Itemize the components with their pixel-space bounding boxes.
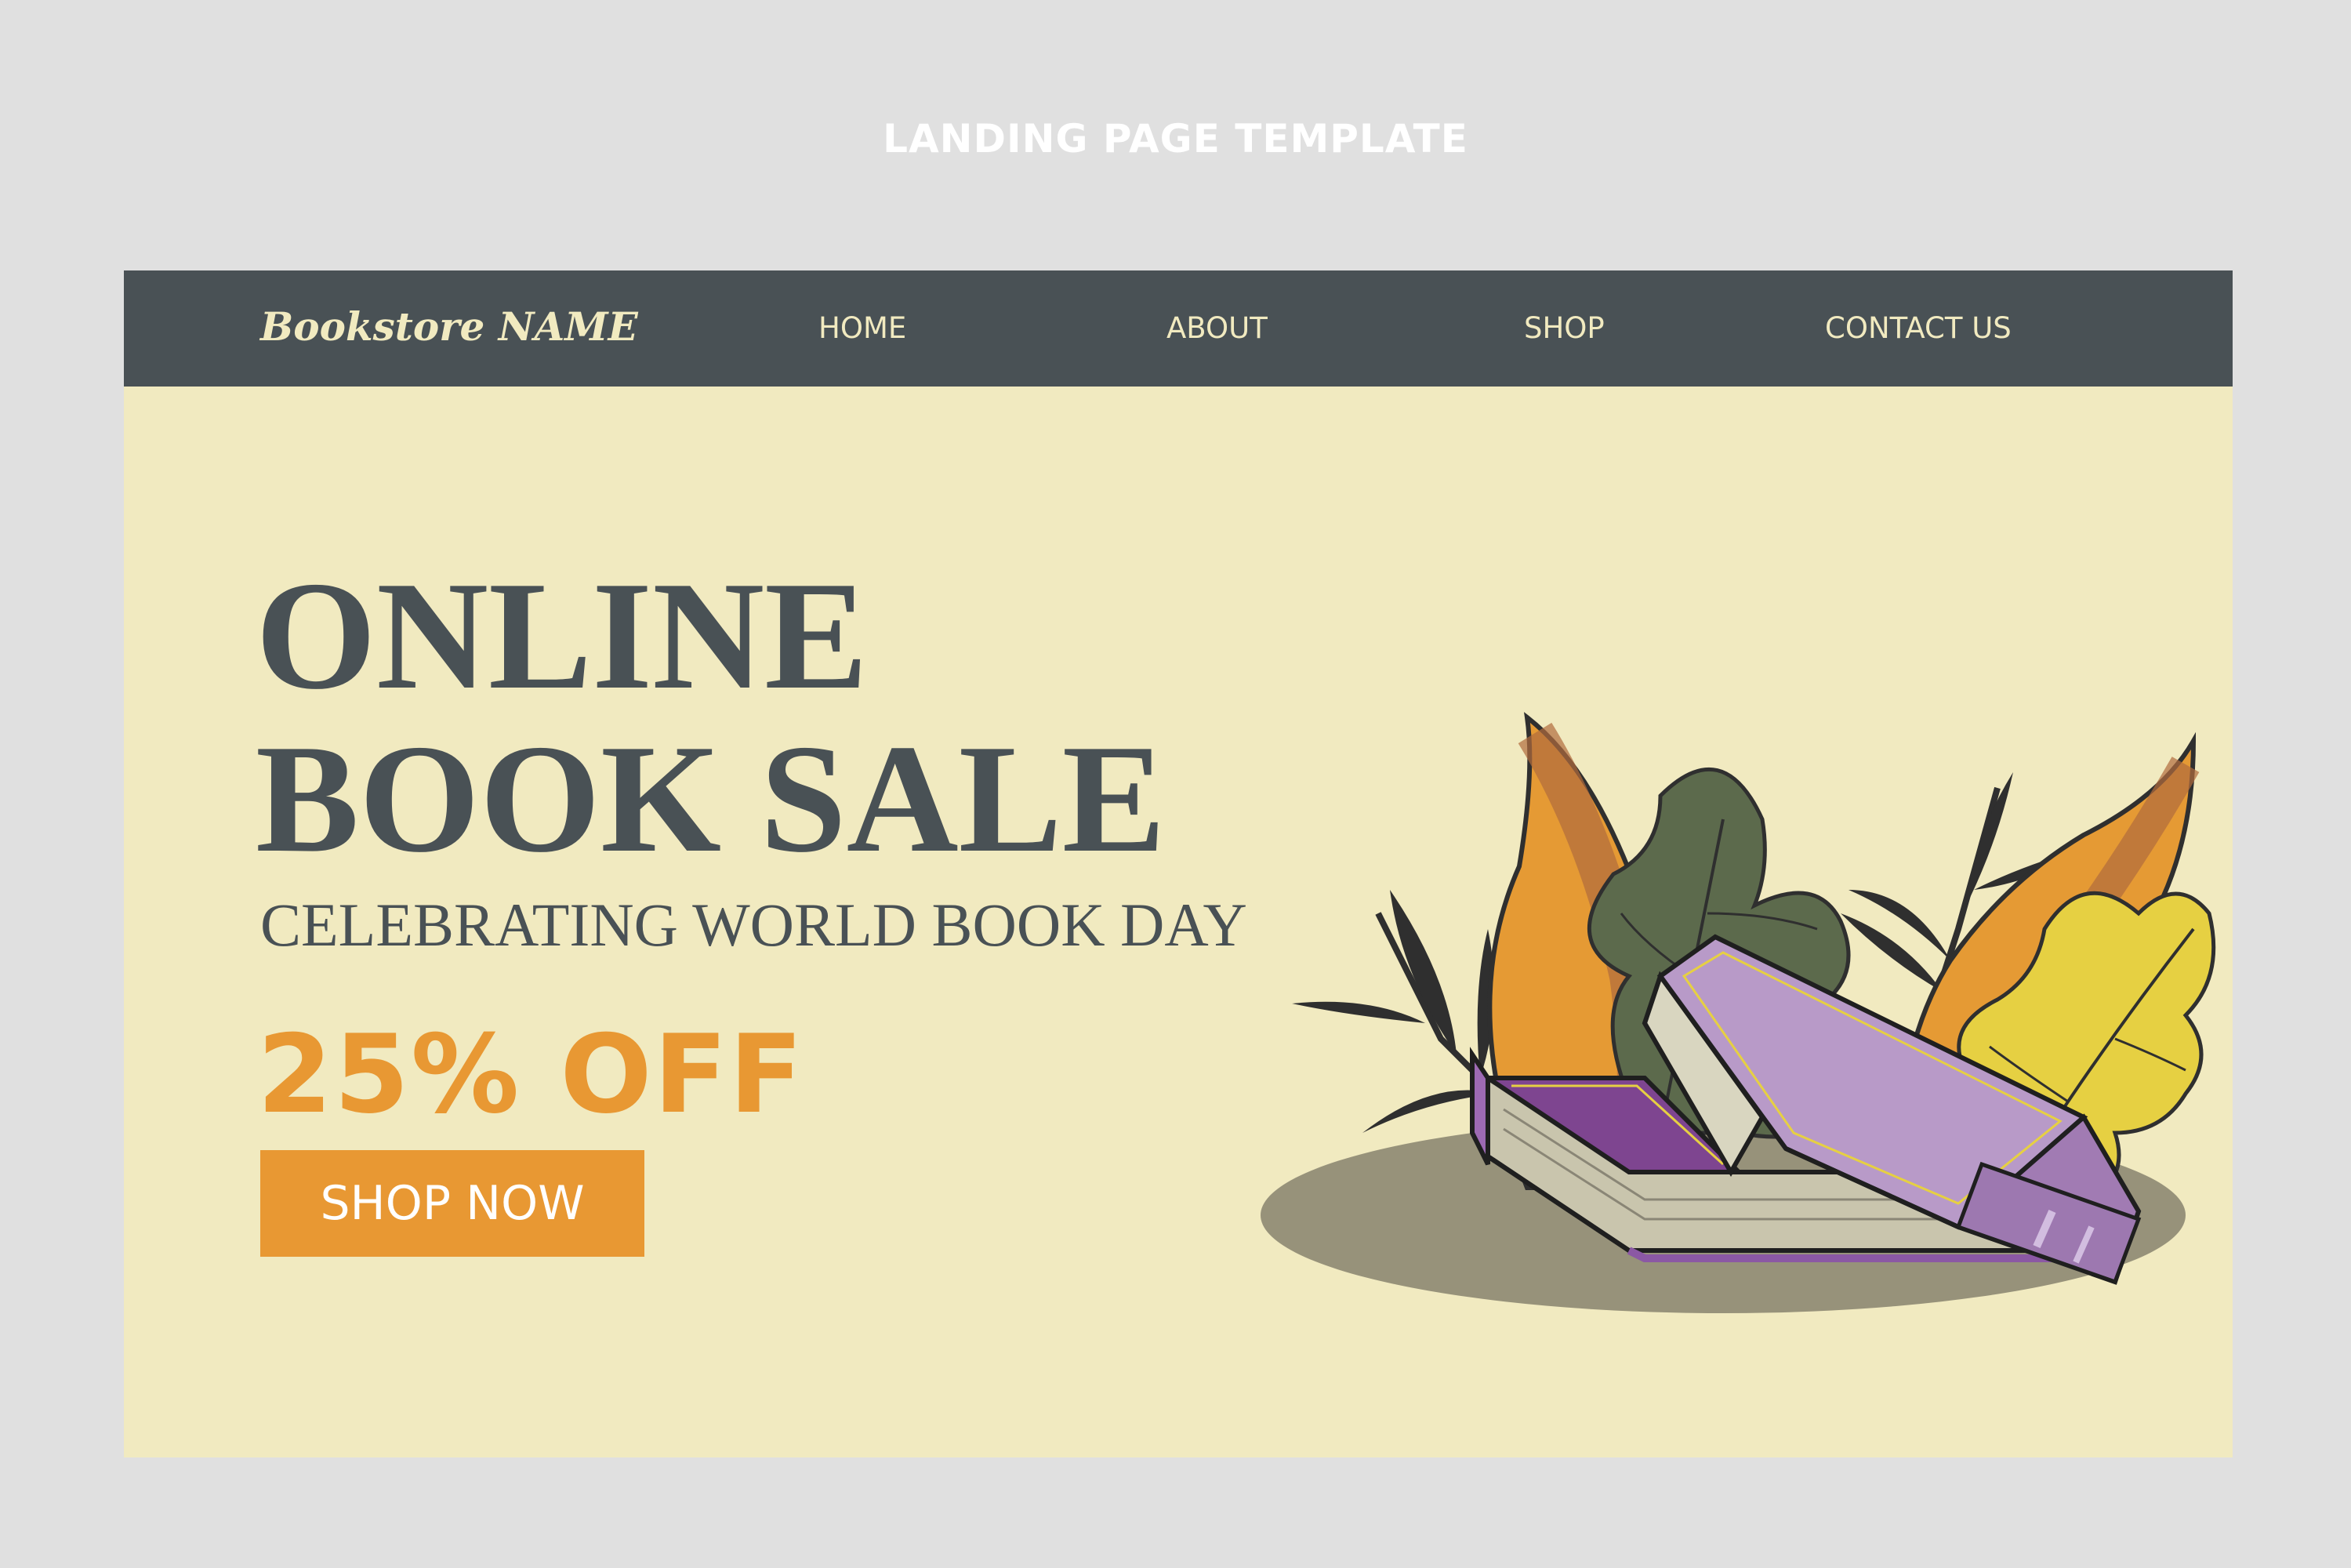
landing-page: Bookstore NAME HOME ABOUT SHOP CONTACT U… xyxy=(124,270,2233,1457)
template-title: LANDING PAGE TEMPLATE xyxy=(883,116,1468,162)
navbar: Bookstore NAME HOME ABOUT SHOP CONTACT U… xyxy=(124,270,2233,387)
nav-link-home[interactable]: HOME xyxy=(818,311,906,345)
hero-subheadline: CELEBRATING WORLD BOOK DAY xyxy=(260,891,1247,959)
nav-link-contact[interactable]: CONTACT US xyxy=(1825,311,2012,345)
nav-link-about[interactable]: ABOUT xyxy=(1166,311,1268,345)
headline-line-2: BOOK SALE xyxy=(256,713,1166,884)
headline-line-1: ONLINE xyxy=(256,550,869,721)
shop-now-button[interactable]: SHOP NOW xyxy=(260,1150,644,1257)
books-leaves-illustration xyxy=(1261,712,2216,1313)
discount-label: 25% OFF xyxy=(257,1011,805,1138)
nav-link-shop[interactable]: SHOP xyxy=(1524,311,1605,345)
brand-logo[interactable]: Bookstore NAME xyxy=(260,303,638,350)
hero-headline: ONLINE BOOK SALE xyxy=(256,554,1166,880)
